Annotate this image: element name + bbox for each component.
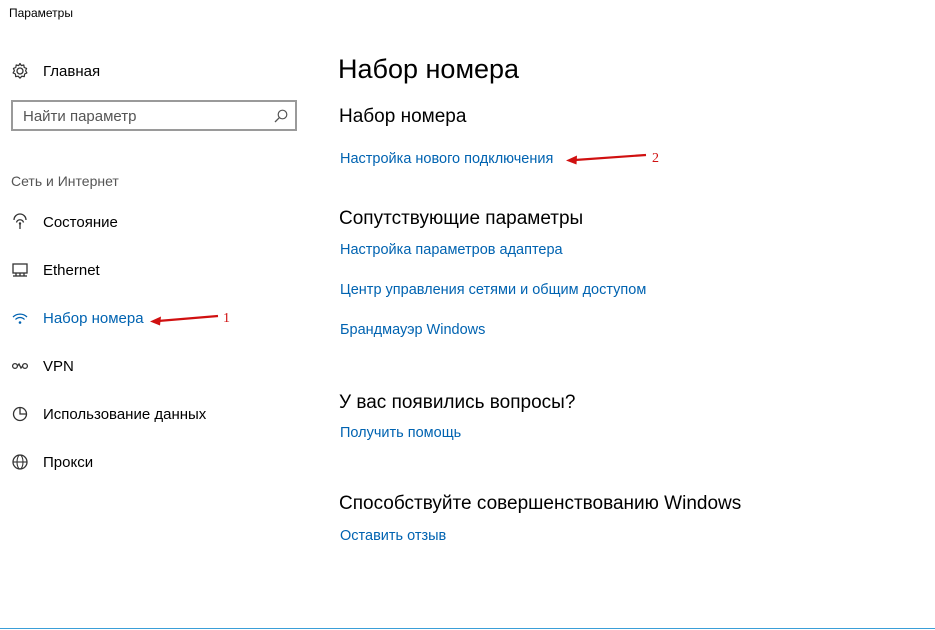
- sidebar-item-dialup[interactable]: Набор номера: [11, 307, 144, 329]
- sidebar-home-label: Главная: [43, 62, 101, 80]
- sidebar-item-proxy[interactable]: Прокси: [11, 451, 93, 473]
- firewall-link[interactable]: Брандмауэр Windows: [340, 322, 485, 338]
- network-center-link[interactable]: Центр управления сетями и общим доступом: [340, 282, 646, 298]
- search-input[interactable]: [23, 107, 263, 125]
- sidebar-item-label: Использование данных: [43, 405, 207, 423]
- questions-heading: У вас появились вопросы?: [339, 392, 576, 413]
- sidebar-home[interactable]: Главная: [11, 60, 100, 82]
- globe-icon: [11, 453, 29, 471]
- dialup-icon: [11, 309, 29, 327]
- page-title: Набор номера: [338, 54, 520, 84]
- sidebar-item-vpn[interactable]: VPN: [11, 355, 74, 377]
- sidebar-section-label: Сеть и Интернет: [11, 173, 119, 189]
- related-settings-heading: Сопутствующие параметры: [339, 208, 584, 229]
- adapter-settings-link[interactable]: Настройка параметров адаптера: [340, 242, 563, 258]
- get-help-link[interactable]: Получить помощь: [340, 425, 461, 441]
- annotation-number-2: 2: [652, 151, 659, 166]
- sidebar-item-ethernet[interactable]: Ethernet: [11, 259, 100, 281]
- sidebar-item-status[interactable]: Состояние: [11, 211, 118, 233]
- dialup-heading: Набор номера: [339, 106, 467, 127]
- status-icon: [11, 213, 29, 231]
- window-bottom-border: [0, 628, 935, 629]
- sidebar-item-label: Набор номера: [43, 309, 144, 327]
- gear-icon: [11, 62, 29, 80]
- annotation-arrow-2: [566, 153, 647, 165]
- ethernet-icon: [11, 261, 29, 279]
- data-usage-icon: [11, 405, 29, 423]
- sidebar-item-label: Состояние: [43, 213, 118, 231]
- feedback-link[interactable]: Оставить отзыв: [340, 528, 446, 544]
- search-icon[interactable]: [273, 108, 289, 124]
- sidebar-item-data-usage[interactable]: Использование данных: [11, 403, 206, 425]
- sidebar-item-label: Ethernet: [43, 261, 100, 279]
- search-box[interactable]: [11, 100, 297, 131]
- sidebar-item-label: VPN: [43, 357, 74, 375]
- vpn-icon: [11, 357, 29, 375]
- annotation-number-1: 1: [223, 311, 230, 326]
- improve-windows-heading: Способствуйте совершенствованию Windows: [339, 493, 742, 514]
- setup-new-connection-link[interactable]: Настройка нового подключения: [340, 151, 553, 167]
- sidebar-item-label: Прокси: [43, 453, 94, 471]
- annotation-arrow-1: [150, 314, 219, 326]
